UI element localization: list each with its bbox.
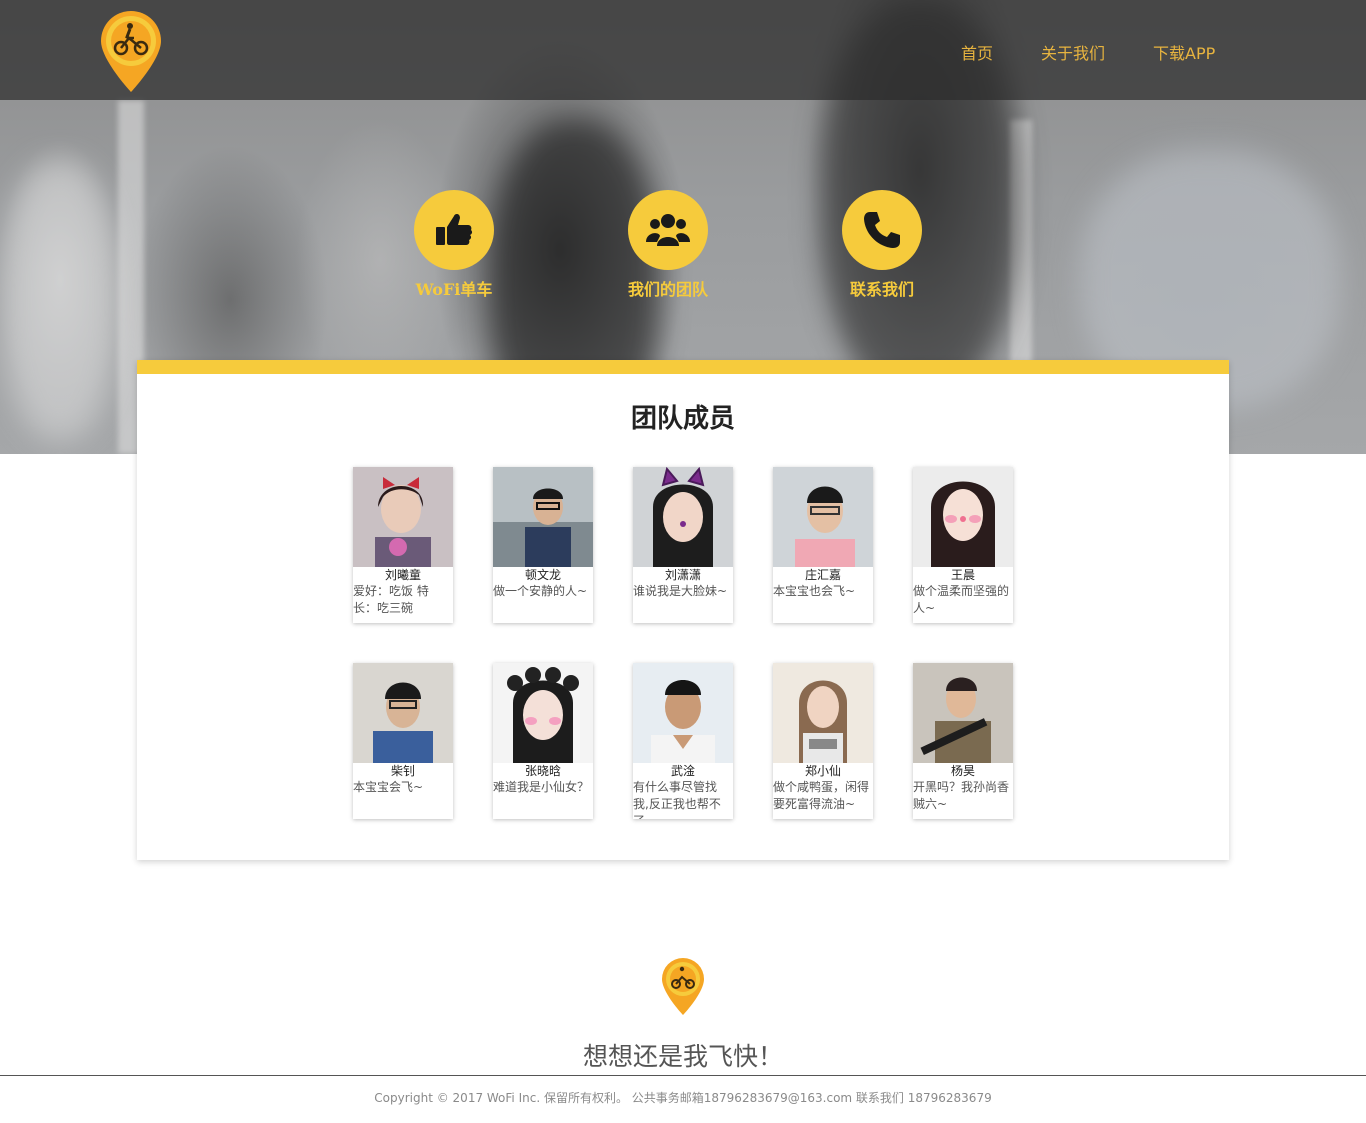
member-motto: 本宝宝也会飞~ [773,584,856,598]
team-title: 团队成员 [630,404,735,434]
member-name: 柴钊 [390,764,415,778]
feature-label: 我们的团队 [627,280,708,299]
wofi-logo-icon[interactable] [98,10,164,94]
group-icon [646,214,690,246]
member-card[interactable]: 柴钊 本宝宝会飞~ [353,663,453,819]
member-name: 张晓晗 [524,764,561,778]
phone-icon [864,212,900,248]
feature-circle [842,190,922,270]
member-photo [913,663,1013,763]
footer-divider [0,1075,1366,1076]
member-card[interactable]: 张晓晗 难道我是小仙女？ [493,663,593,819]
member-name: 郑小仙 [804,764,841,778]
member-motto: 本宝宝会飞~ [353,780,424,794]
footer-slogan: 想想还是我飞快！ [582,1042,783,1071]
member-photo [913,467,1013,567]
member-name: 武淦 [670,764,695,778]
member-photo [773,467,873,567]
member-motto: 谁说我是大脸妹~ [633,584,728,598]
member-card[interactable]: 庄汇嘉 本宝宝也会飞~ [773,467,873,623]
member-card[interactable]: 刘潇潇 谁说我是大脸妹~ [633,467,733,623]
member-motto: 爱好：吃饭 特长：吃三碗 [353,584,429,615]
member-photo [493,467,593,567]
feature-contact-us[interactable]: 联系我们 [807,190,957,300]
member-name: 杨昊 [950,764,975,778]
member-motto: 做一个安静的人~ [493,584,588,598]
top-nav-bar: 首页 关于我们 下载APP [0,0,1366,100]
footer-logo-icon [662,958,704,1015]
member-card[interactable]: 顿文龙 做一个安静的人~ [493,467,593,623]
feature-label: WoFi单车 [415,280,493,299]
member-motto: 难道我是小仙女？ [493,780,590,794]
member-photo [353,663,453,763]
member-photo [353,467,453,567]
member-name: 王晨 [950,568,975,582]
team-section: 团队成员 刘曦童 爱好：吃饭 特长：吃三碗 顿文龙 做一个安静的人~ 刘潇潇 谁… [137,360,1229,860]
member-photo [773,663,873,763]
feature-our-team[interactable]: 我们的团队 [593,190,743,300]
member-motto: 做个温柔而坚强的人~ [913,584,1010,615]
member-name: 刘曦童 [384,568,421,582]
member-name: 庄汇嘉 [804,568,841,582]
member-name: 顿文龙 [524,568,561,582]
member-motto: 开黑吗？我孙尚香贼六~ [913,780,1010,811]
member-card[interactable]: 刘曦童 爱好：吃饭 特长：吃三碗 [353,467,453,623]
nav-download-app[interactable]: 下载APP [1153,40,1215,64]
footer-copyright: Copyright © 2017 WoFi Inc. 保留所有权利。 公共事务邮… [374,1091,992,1105]
feature-circle [414,190,494,270]
member-card[interactable]: 王晨 做个温柔而坚强的人~ [913,467,1013,623]
member-card[interactable]: 杨昊 开黑吗？我孙尚香贼六~ [913,663,1013,819]
nav-home[interactable]: 首页 [961,40,993,64]
feature-circle [628,190,708,270]
member-photo [633,467,733,567]
feature-wofi-bike[interactable]: WoFi单车 [379,190,529,300]
member-motto: 有什么事尽管找我,反正我也帮不了~ [633,780,721,819]
member-motto: 做个咸鸭蛋，闲得要死富得流油~ [773,780,870,811]
nav-about-us[interactable]: 关于我们 [1041,40,1105,64]
feature-label: 联系我们 [849,280,914,299]
member-card[interactable]: 郑小仙 做个咸鸭蛋，闲得要死富得流油~ [773,663,873,819]
member-photo [633,663,733,763]
member-name: 刘潇潇 [664,568,701,582]
member-photo [493,663,593,763]
member-card[interactable]: 武淦 有什么事尽管找我,反正我也帮不了~ [633,663,733,819]
thumbs-up-icon [436,213,473,245]
